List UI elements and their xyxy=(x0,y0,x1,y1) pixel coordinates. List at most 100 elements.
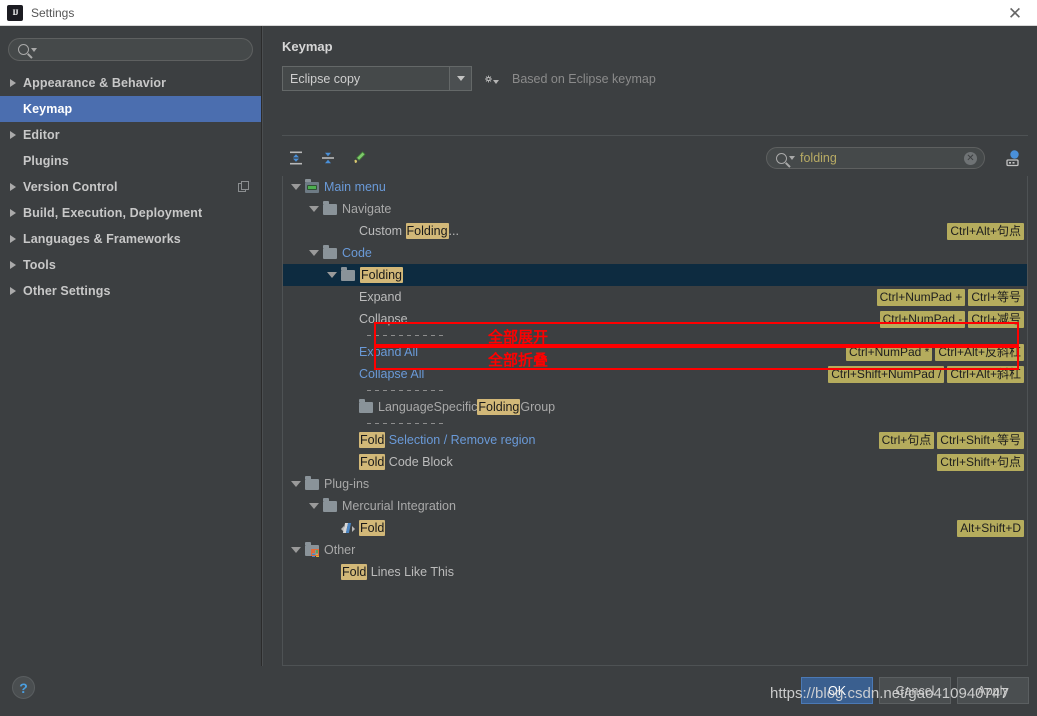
search-match-highlight: Folding xyxy=(360,267,403,283)
gear-icon[interactable] xyxy=(485,72,499,86)
tree-search-options-caret-icon[interactable] xyxy=(789,156,795,160)
search-match-highlight: Folding xyxy=(405,223,449,239)
tree-row-label: Mercurial Integration xyxy=(342,499,456,513)
clear-search-icon[interactable]: ✕ xyxy=(964,151,977,165)
apply-button[interactable]: Apply xyxy=(957,677,1029,704)
chevron-right-icon[interactable] xyxy=(10,261,16,269)
sidebar-item-label: Other Settings xyxy=(23,284,111,298)
shortcut-list: Ctrl+句点 Ctrl+Shift+等号 xyxy=(878,429,1024,451)
keymap-select[interactable]: Eclipse copy xyxy=(282,66,472,91)
tree-row-fold-selection[interactable]: Fold Selection / Remove region Ctrl+句点 Ctr… xyxy=(283,429,1027,451)
label-text: LanguageSpecific xyxy=(378,400,478,414)
chevron-down-icon[interactable] xyxy=(309,206,319,212)
search-match-highlight: Fold xyxy=(359,520,386,536)
tree-row-collapse-all[interactable]: Collapse All Ctrl+Shift+NumPad / Ctrl+Alt+… xyxy=(283,363,1027,385)
sidebar-item-label: Appearance & Behavior xyxy=(23,76,167,90)
tree-row-main-menu[interactable]: Main menu xyxy=(283,176,1027,198)
chevron-right-icon[interactable] xyxy=(10,183,16,191)
shortcut-list: Ctrl+Shift+句点 xyxy=(937,451,1024,473)
chevron-down-icon[interactable] xyxy=(449,67,471,90)
folder-icon xyxy=(323,497,337,512)
tree-row-folding[interactable]: Folding xyxy=(283,264,1027,286)
chevron-down-icon[interactable] xyxy=(291,547,301,553)
tree-row-code[interactable]: Code xyxy=(283,242,1027,264)
cancel-button[interactable]: Cancel xyxy=(879,677,951,704)
edit-shortcut-icon[interactable] xyxy=(347,146,373,170)
sidebar-search-input[interactable] xyxy=(42,42,252,57)
collapse-all-icon[interactable] xyxy=(315,146,341,170)
shortcut-chip: Ctrl+NumPad * xyxy=(845,343,933,361)
sidebar-item-version-control[interactable]: Version Control xyxy=(0,174,261,200)
sidebar-item-tools[interactable]: Tools xyxy=(0,252,261,278)
tree-row-label: Code xyxy=(342,246,372,260)
keymap-tree[interactable]: Main menu Navigate Custom Folding... Ctrl+A… xyxy=(282,176,1028,666)
tree-row-plug-ins[interactable]: Plug-ins xyxy=(283,473,1027,495)
help-button[interactable]: ? xyxy=(12,676,35,699)
sidebar-item-plugins[interactable]: Plugins xyxy=(0,148,261,174)
tree-row-expand[interactable]: Expand Ctrl+NumPad + Ctrl+等号 xyxy=(283,286,1027,308)
folder-icon xyxy=(323,244,337,259)
shortcut-chip: Ctrl+Alt+斜杠 xyxy=(947,365,1024,383)
tree-row-label: Fold Selection / Remove region xyxy=(359,432,535,448)
tree-row-hg-fold[interactable]: Fold Alt+Shift+D xyxy=(283,517,1027,539)
gear-caret-icon[interactable] xyxy=(493,79,499,84)
label-text: Custom xyxy=(359,224,406,238)
shortcut-chip: Ctrl+减号 xyxy=(968,310,1024,328)
shortcut-list: Ctrl+NumPad + Ctrl+等号 xyxy=(876,286,1024,308)
search-options-caret-icon[interactable] xyxy=(31,47,37,52)
label-text: Mercurial Integration xyxy=(342,499,456,513)
tree-search-box[interactable]: folding ✕ xyxy=(766,147,985,169)
tree-row-expand-all[interactable]: Expand All Ctrl+NumPad * Ctrl+Alt+反斜杠 xyxy=(283,341,1027,363)
sidebar-item-languages-frameworks[interactable]: Languages & Frameworks xyxy=(0,226,261,252)
shortcut-chip: Ctrl+NumPad + xyxy=(876,288,966,306)
tree-row-other[interactable]: Other xyxy=(283,539,1027,561)
tree-row-lang-specific-group[interactable]: LanguageSpecificFoldingGroup xyxy=(283,396,1027,418)
sidebar-item-label: Languages & Frameworks xyxy=(23,232,181,246)
label-text: Code Block xyxy=(385,455,453,469)
find-by-shortcut-icon[interactable] xyxy=(1002,148,1024,168)
tree-row-custom-folding[interactable]: Custom Folding... Ctrl+Alt+句点 xyxy=(283,220,1027,242)
chevron-right-icon[interactable] xyxy=(10,287,16,295)
close-icon[interactable]: ✕ xyxy=(993,0,1037,26)
chevron-down-icon[interactable] xyxy=(309,250,319,256)
label-text: Navigate xyxy=(342,202,392,216)
tree-row-mercurial-integration[interactable]: Mercurial Integration xyxy=(283,495,1027,517)
sidebar-item-appearance-behavior[interactable]: Appearance & Behavior xyxy=(0,70,261,96)
tree-row-label: Fold Lines Like This xyxy=(341,564,454,580)
chevron-right-icon[interactable] xyxy=(10,209,16,217)
sidebar-item-editor[interactable]: Editor xyxy=(0,122,261,148)
sidebar-item-other-settings[interactable]: Other Settings xyxy=(0,278,261,304)
shortcut-chip: Ctrl+Alt+句点 xyxy=(947,222,1024,240)
sidebar-item-list: Appearance & Behavior Keymap Editor Plugins… xyxy=(0,70,261,304)
chevron-right-icon[interactable] xyxy=(10,131,16,139)
tree-row-fold-code-block[interactable]: Fold Code Block Ctrl+Shift+句点 xyxy=(283,451,1027,473)
search-match-highlight: Fold xyxy=(359,432,386,448)
ok-button[interactable]: OK xyxy=(801,677,873,704)
copy-icon xyxy=(238,181,249,192)
tree-search-value[interactable]: folding xyxy=(800,151,964,165)
shortcut-list: Ctrl+Alt+句点 xyxy=(947,220,1024,242)
sidebar-item-label: Plugins xyxy=(23,154,69,168)
label-text: Plug-ins xyxy=(324,477,370,491)
label-text: Code xyxy=(342,246,372,260)
chevron-down-icon[interactable] xyxy=(309,503,319,509)
chevron-right-icon[interactable] xyxy=(10,235,16,243)
chevron-down-icon[interactable] xyxy=(327,272,337,278)
tree-row-fold-lines-like-this[interactable]: Fold Lines Like This xyxy=(283,561,1027,583)
panel-splitter[interactable] xyxy=(262,26,273,666)
sidebar-item-build-execution-deployment[interactable]: Build, Execution, Deployment xyxy=(0,200,261,226)
sidebar-item-keymap[interactable]: Keymap xyxy=(0,96,261,122)
tree-row-label: Main menu xyxy=(324,180,386,194)
sidebar-search-box[interactable] xyxy=(8,38,253,61)
chevron-right-icon[interactable] xyxy=(10,79,16,87)
page-title: Keymap xyxy=(282,39,333,54)
expand-all-icon[interactable] xyxy=(283,146,309,170)
tree-row-navigate[interactable]: Navigate xyxy=(283,198,1027,220)
chevron-down-icon[interactable] xyxy=(291,184,301,190)
tree-row-collapse[interactable]: Collapse Ctrl+NumPad - Ctrl+减号 xyxy=(283,308,1027,330)
tree-row-label: Other xyxy=(324,543,355,557)
folder-icon xyxy=(359,398,373,413)
sidebar-item-label: Build, Execution, Deployment xyxy=(23,206,203,220)
chevron-down-icon[interactable] xyxy=(291,481,301,487)
dialog-body: Appearance & Behavior Keymap Editor Plugins… xyxy=(0,26,1037,666)
